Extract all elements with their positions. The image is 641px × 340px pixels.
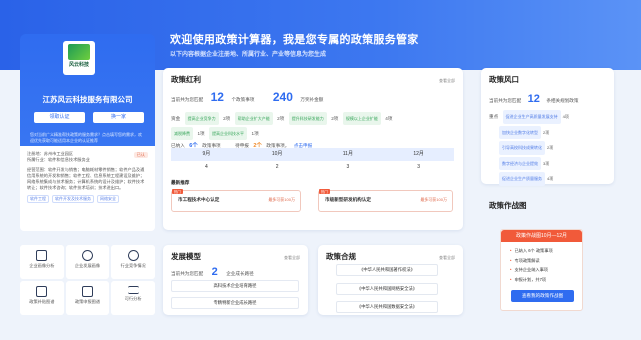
service-note: 您对当前广义精准帮扶政策的服务需求？点击填写您的需求，欢迎优先获取可能适用本企业… [30,132,142,143]
section-title: 发展模型 [171,252,201,261]
tile-enterprise-profile[interactable]: 企业画像分析 [20,245,64,279]
section-title: 政策红利 [171,75,201,84]
month-value: 3 [417,164,421,170]
company-info-card: 注册地：苏州市工业园区 所属行业：软件和信息技术服务业 已认 经营范围：软件开发… [20,146,155,231]
amount: 240 [272,90,293,104]
recommend-item[interactable]: 热门 市级新型研发机构认定 最多可获100万 [318,189,453,212]
view-all-link[interactable]: 查看全部 [439,255,455,261]
section-title: 政策作战图 [489,201,527,210]
month-value: 2 [275,164,279,170]
month-header: 10月 [271,151,283,157]
tile-competition[interactable]: 行业竞争情况 [111,245,155,279]
industry-label: 所属行业：软件和信息技术服务业 [27,157,90,163]
company-logo: 风云科技 [63,41,95,75]
month-header: 12月 [413,151,424,157]
hero-subtitle: 以下内容根据企业注册地、所属行业、产业等信息为您生成 [170,52,327,58]
globe-icon [81,250,93,261]
recommend-item[interactable]: 热门 市工程技术中心认定 最多可获100万 [171,189,301,212]
status-badge: 已认 [133,152,148,159]
chart-icon [127,250,139,261]
trend-chip[interactable]: 引导高校科技成果转化 [499,141,545,155]
business-scope: 经营范围：软件开发与销售；电脑耗材零件销售；软件产品及通信用系统的开发和销售；软… [27,166,145,191]
trend-chip[interactable]: 数字经济与企业提效 [499,156,541,170]
calendar-line: 申报计划，共7项 [510,275,573,285]
building-icon [36,250,48,261]
law-item[interactable]: 《中华人民共和国网络安全法》 [336,283,438,295]
view-calendar-button[interactable]: 查看我的政策作战图 [511,290,574,302]
match-count: 12 [210,90,224,104]
policy-window-card: 政策风口 当前共为您匹配 12 条相关规划政策 重点 促进企业生产高质量发展支持… [481,68,614,186]
recommend-title: 最新推荐 [171,180,190,185]
policy-chip[interactable]: 帮助企业扩大产能 [234,112,273,125]
growth-path-item[interactable]: 高科技术企业培育路径 [171,280,299,292]
trend-chip[interactable]: 促进企业生产质量服务 [499,172,545,186]
law-item[interactable]: 《中华人民共和国数据安全法》 [336,301,438,313]
month-table: 9月 10月 11月 12月 4 2 3 3 [171,148,454,176]
hero-title: 欢迎使用政策计算器，我是您专属的政策服务管家 [170,34,419,46]
law-item[interactable]: 《中华人民共和国著作权法》 [336,264,438,276]
calendar-head: 政策作战图10月—12月 [501,230,582,242]
logo-text: 风云科技 [68,62,89,68]
company-name: 江苏风云科技服务有限公司 [42,95,133,104]
month-value: 4 [204,164,208,170]
switch-company-button[interactable]: 换一家 [93,112,144,123]
month-value: 3 [346,164,350,170]
calendar-line: 专项政策解读 [510,256,573,266]
claim-cert-button[interactable]: 领取认证 [34,112,85,123]
policy-chip[interactable]: 提高企业竞争力 [184,112,219,125]
section-title: 政策合规 [326,252,356,261]
growth-path-item[interactable]: 专精特新企业成长路径 [171,297,299,309]
view-all-link[interactable]: 查看全部 [284,255,300,261]
company-tag[interactable]: 软件工程 [27,194,49,204]
logo-icon [68,44,90,60]
policy-chip[interactable]: 规模以上企业扩能 [342,112,381,125]
company-tag[interactable]: 软件开发及技术服务 [52,194,94,204]
policy-chip[interactable]: 提升科技研发能力 [288,112,327,125]
policy-calendar-card: 政策作战图10月—12月 已纳入 6个 政策事项 专项政策解读 支持企业纳入事项… [500,229,583,311]
section-title: 政策风口 [489,75,519,84]
analysis-tiles: 企业画像分析 企业发展画像 行业竞争情况 政策补贴图谱 政策申报图谱 可行分析 [20,245,155,315]
month-header: 11月 [342,151,353,157]
tile-development-profile[interactable]: 企业发展画像 [65,245,110,279]
tile-subsidy-map[interactable]: 政策补贴图谱 [20,281,64,315]
calendar-line: 支持企业纳入事项 [510,265,573,275]
trend-chip[interactable]: 加快企业数字化转型 [499,125,541,139]
trend-chip[interactable]: 促进企业生产高质量发展支持 [502,110,561,124]
company-tag[interactable]: 网络安全 [97,194,119,204]
map-icon [81,286,93,297]
month-header: 9月 [202,151,211,157]
tile-apply-map[interactable]: 政策申报图谱 [65,281,110,315]
tile-feasibility[interactable]: 可行分析 [111,281,155,315]
menu-icon [127,286,139,294]
view-all-link[interactable]: 查看全部 [439,78,455,84]
calendar-line: 已纳入 6个 政策事项 [510,246,573,256]
book-icon [36,286,48,297]
